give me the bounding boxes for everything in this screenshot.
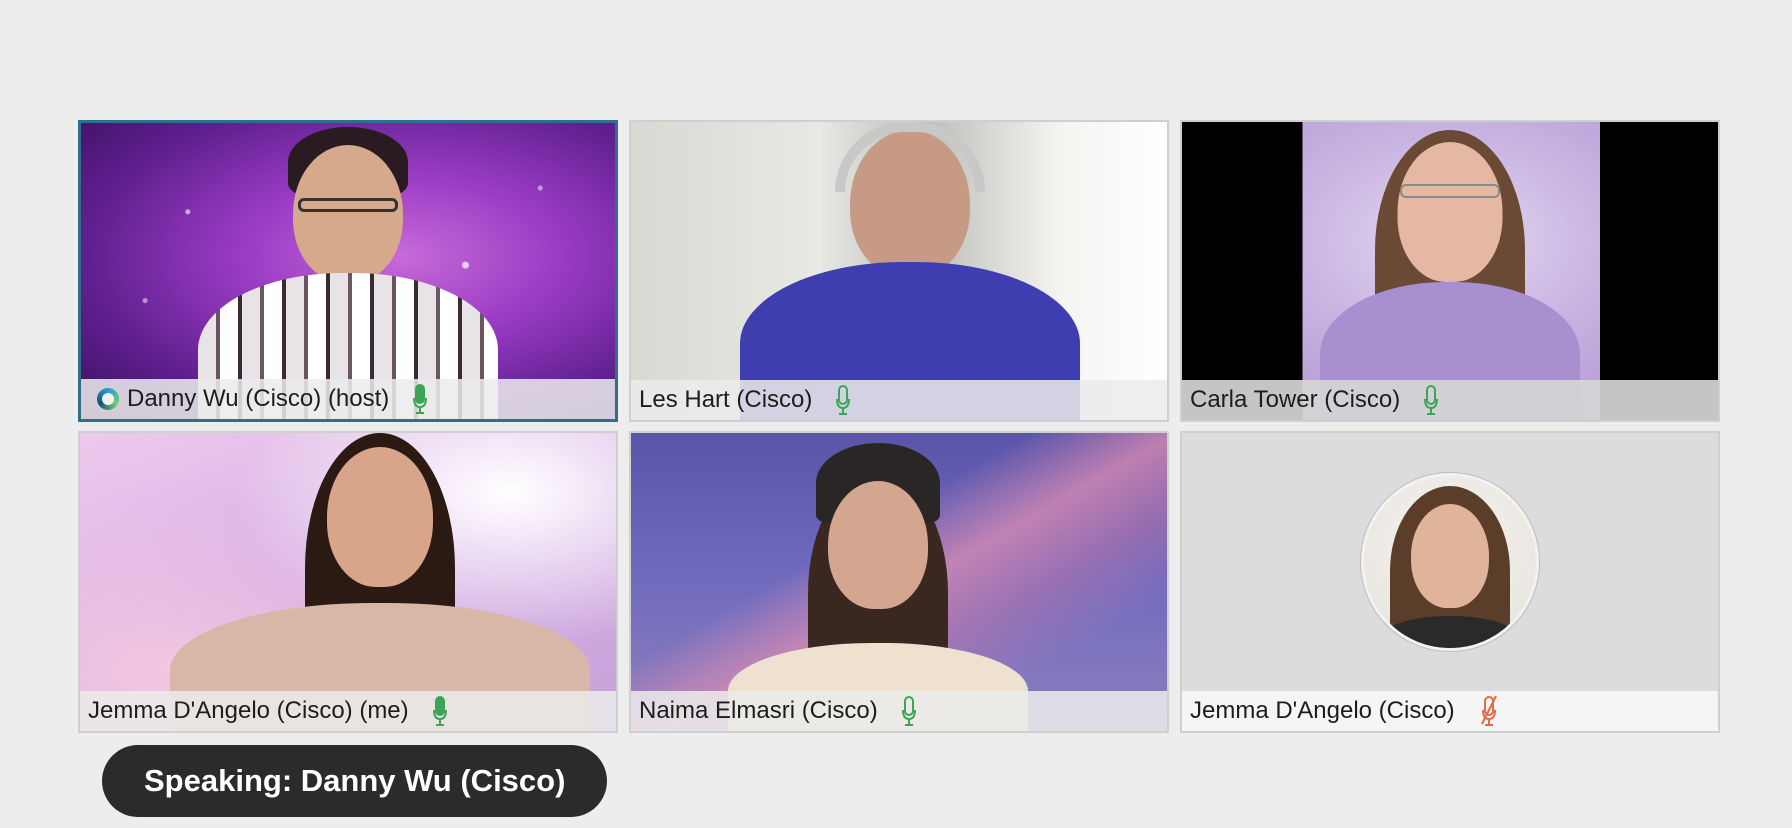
microphone-icon [413, 384, 428, 414]
host-badge-icon [97, 388, 119, 410]
microphone-icon [432, 696, 447, 726]
avatar [1361, 473, 1539, 651]
participant-tile-carla-tower[interactable]: Carla Tower (Cisco) [1180, 120, 1720, 422]
participant-tile-danny-wu[interactable]: Danny Wu (Cisco) (host) [78, 120, 618, 422]
participant-tile-naima-elmasri[interactable]: Naima Elmasri (Cisco) [629, 431, 1169, 733]
participant-video [631, 122, 1167, 420]
participant-name: Jemma D'Angelo (Cisco) [1190, 697, 1455, 724]
participant-tile-jemma-avatar[interactable]: Jemma D'Angelo (Cisco) [1180, 431, 1720, 733]
participant-name-bar: Jemma D'Angelo (Cisco) [1182, 691, 1718, 731]
participant-name: Les Hart (Cisco) [639, 386, 813, 413]
participant-name: Danny Wu (Cisco) (host) [127, 385, 390, 412]
participant-name: Naima Elmasri (Cisco) [639, 697, 878, 724]
participant-figure [1320, 122, 1580, 420]
participant-figure [739, 122, 1080, 420]
participant-tile-les-hart[interactable]: Les Hart (Cisco) [629, 120, 1169, 422]
participant-video [631, 433, 1167, 731]
participant-name-bar: Danny Wu (Cisco) (host) [81, 379, 615, 419]
participant-video [1182, 433, 1718, 731]
participant-name: Carla Tower (Cisco) [1190, 386, 1401, 413]
microphone-icon [836, 385, 851, 415]
participant-name-bar: Naima Elmasri (Cisco) [631, 691, 1167, 731]
participant-video [81, 123, 615, 419]
video-grid: Danny Wu (Cisco) (host) Les Hart (Cisco) [78, 120, 1720, 736]
participant-figure [727, 433, 1028, 731]
microphone-icon [1424, 385, 1439, 415]
participant-name: Jemma D'Angelo (Cisco) (me) [88, 697, 409, 724]
speaking-indicator: Speaking: Danny Wu (Cisco) [102, 745, 608, 817]
participant-name-bar: Carla Tower (Cisco) [1182, 380, 1718, 420]
microphone-icon [901, 696, 916, 726]
participant-tile-jemma-me[interactable]: Jemma D'Angelo (Cisco) (me) [78, 431, 618, 733]
participant-name-bar: Les Hart (Cisco) [631, 380, 1167, 420]
participant-figure [198, 123, 498, 419]
participant-video [1182, 122, 1718, 420]
microphone-muted-icon [1480, 695, 1497, 726]
participant-video [80, 433, 616, 731]
participant-name-bar: Jemma D'Angelo (Cisco) (me) [80, 691, 616, 731]
participant-figure [170, 433, 591, 731]
